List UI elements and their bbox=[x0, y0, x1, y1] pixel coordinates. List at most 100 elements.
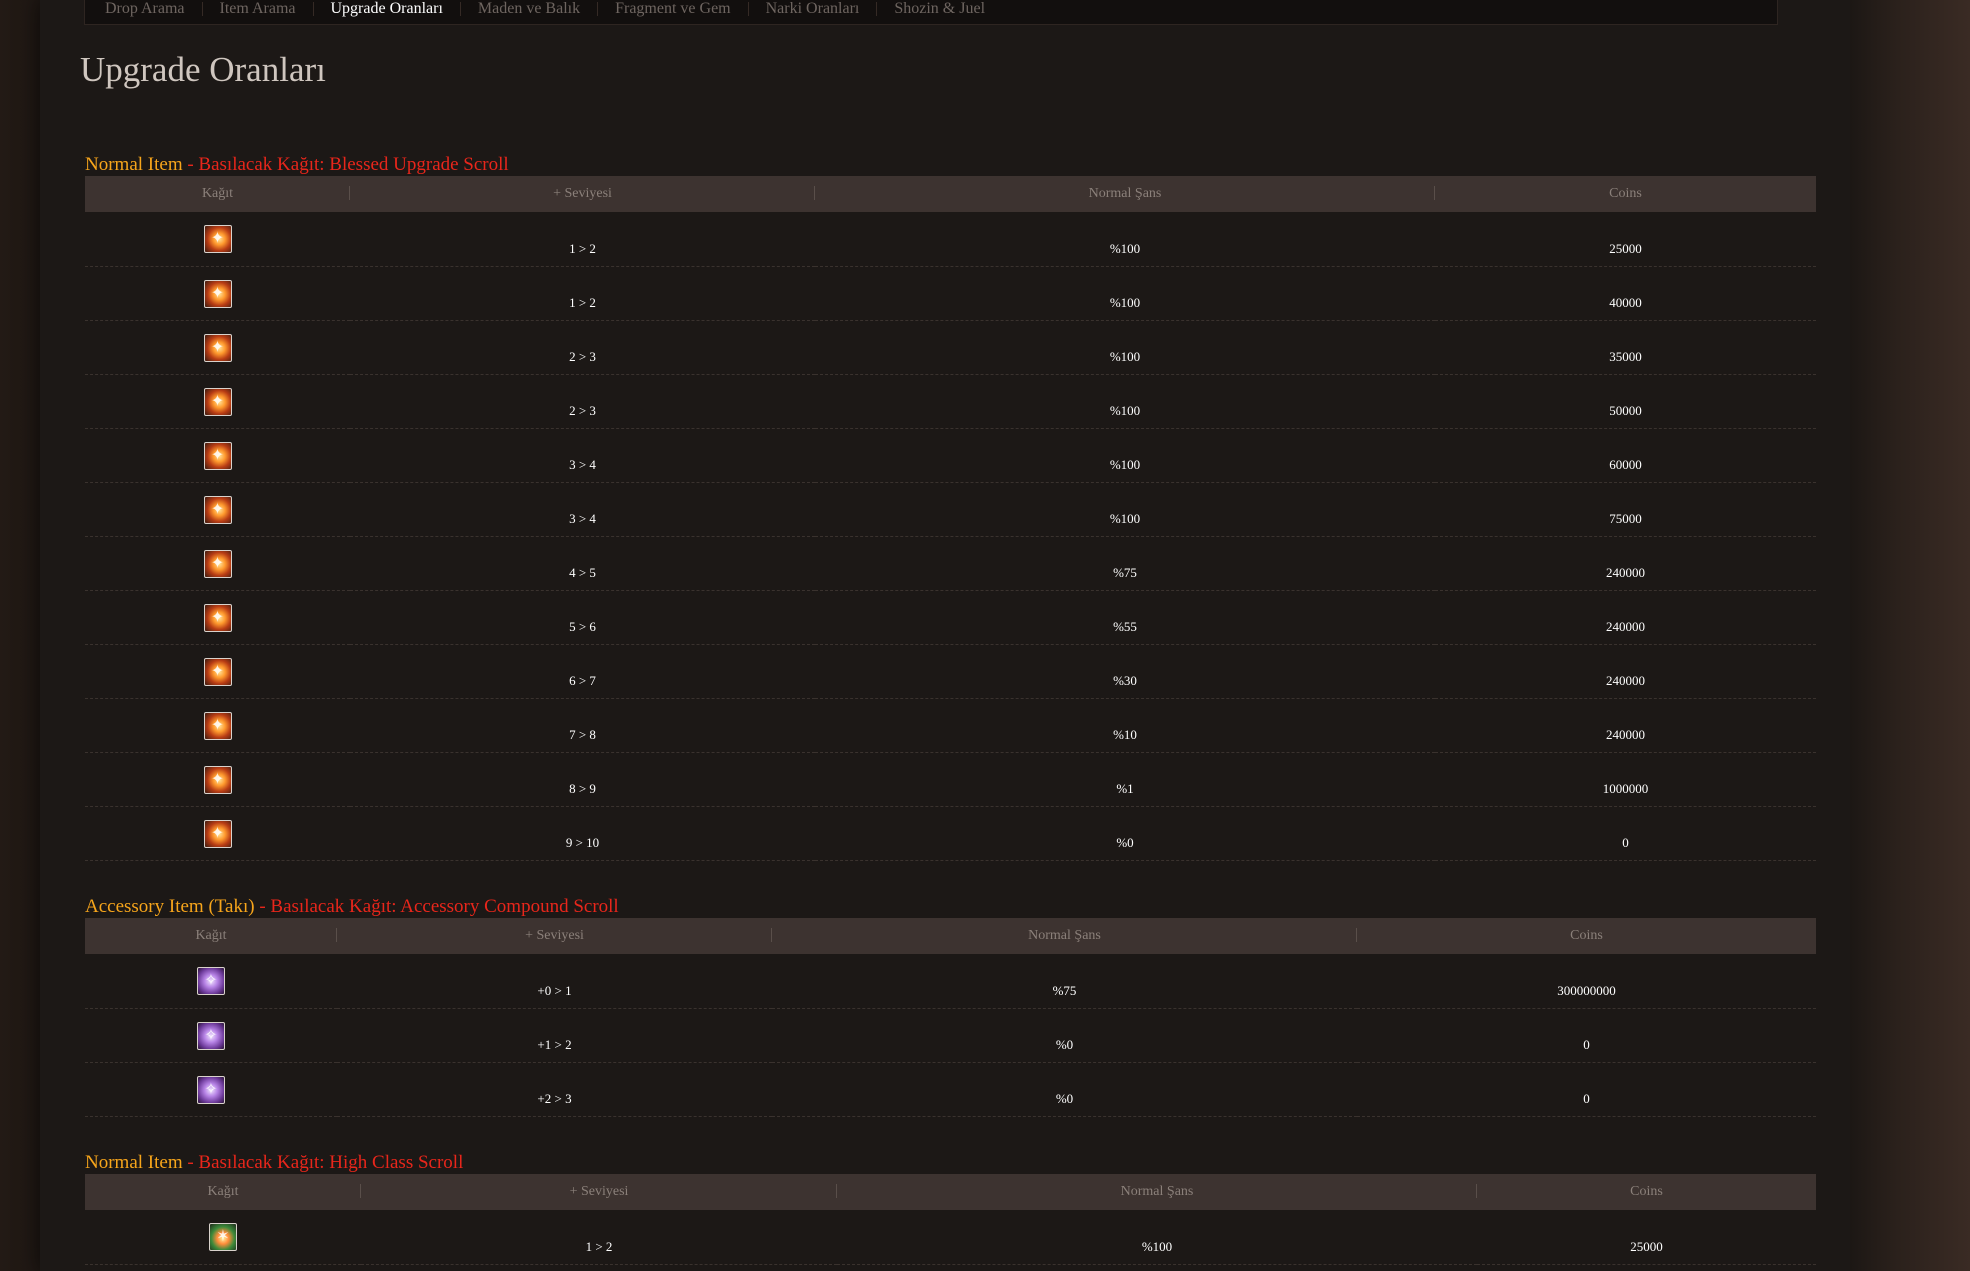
nav-upgrade-oranlari[interactable]: Upgrade Oranları bbox=[314, 1, 461, 17]
upgrade-table: Kağıt + Seviyesi Normal Şans Coins ✧ +0 >… bbox=[85, 918, 1816, 1117]
column-header-coins: Coins bbox=[1357, 918, 1816, 954]
column-header-normal-sans: Normal Şans bbox=[837, 1174, 1477, 1210]
coins-cell: 0 bbox=[1357, 1008, 1816, 1063]
level-cell: +1 > 2 bbox=[337, 1008, 772, 1063]
content-panel: Drop Arama Item Arama Upgrade Oranları M… bbox=[40, 0, 1850, 1271]
chance-cell: %55 bbox=[815, 590, 1435, 645]
column-header-coins: Coins bbox=[1477, 1174, 1816, 1210]
background-right bbox=[1850, 0, 1970, 1271]
chance-cell: %100 bbox=[815, 482, 1435, 537]
nav-narki-oranlari[interactable]: Narki Oranları bbox=[749, 1, 878, 17]
table-row: ✧ +1 > 2 %0 0 bbox=[85, 1008, 1816, 1063]
coins-cell: 300000000 bbox=[1357, 954, 1816, 1009]
level-cell: 7 > 8 bbox=[350, 698, 815, 753]
coins-cell: 25000 bbox=[1435, 212, 1816, 267]
coins-cell: 35000 bbox=[1435, 320, 1816, 375]
upgrade-table: Kağıt + Seviyesi Normal Şans Coins ✶ 1 > … bbox=[85, 1174, 1816, 1265]
blessed-upgrade-scroll-icon: ✦ bbox=[203, 711, 232, 740]
blessed-upgrade-scroll-icon: ✦ bbox=[203, 495, 232, 524]
level-cell: 3 > 4 bbox=[350, 482, 815, 537]
background-left bbox=[0, 0, 40, 1271]
nav-drop-arama[interactable]: Drop Arama bbox=[85, 1, 203, 17]
column-header-seviyesi: + Seviyesi bbox=[350, 176, 815, 212]
coins-cell: 60000 bbox=[1435, 428, 1816, 483]
coins-cell: 0 bbox=[1357, 1062, 1816, 1117]
level-cell: 4 > 5 bbox=[350, 536, 815, 591]
blessed-upgrade-scroll-icon: ✦ bbox=[203, 333, 232, 362]
scroll-cell: ✦ bbox=[85, 536, 350, 591]
table-row: ✧ +0 > 1 %75 300000000 bbox=[85, 954, 1816, 1009]
blessed-upgrade-scroll-icon: ✦ bbox=[203, 819, 232, 848]
level-cell: 3 > 4 bbox=[350, 428, 815, 483]
page-title: Upgrade Oranları bbox=[80, 50, 326, 89]
table-row: ✦ 7 > 8 %10 240000 bbox=[85, 698, 1816, 753]
level-cell: 1 > 2 bbox=[361, 1210, 837, 1265]
level-cell: 5 > 6 bbox=[350, 590, 815, 645]
scroll-cell: ✦ bbox=[85, 428, 350, 483]
scroll-cell: ✦ bbox=[85, 212, 350, 267]
scroll-cell: ✦ bbox=[85, 806, 350, 861]
column-header-coins: Coins bbox=[1435, 176, 1816, 212]
scroll-cell: ✦ bbox=[85, 590, 350, 645]
chance-cell: %100 bbox=[837, 1210, 1477, 1265]
chance-cell: %100 bbox=[815, 320, 1435, 375]
column-header-seviyesi: + Seviyesi bbox=[337, 918, 772, 954]
chance-cell: %10 bbox=[815, 698, 1435, 753]
coins-cell: 240000 bbox=[1435, 644, 1816, 699]
section-scroll-label: - Basılacak Kağıt: High Class Scroll bbox=[182, 1152, 464, 1173]
section-scroll-label: - Basılacak Kağıt: Accessory Compound Sc… bbox=[254, 896, 619, 917]
coins-cell: 240000 bbox=[1435, 536, 1816, 591]
table-header: Kağıt + Seviyesi Normal Şans Coins bbox=[85, 918, 1816, 954]
nav-item-arama[interactable]: Item Arama bbox=[203, 1, 314, 17]
chance-cell: %100 bbox=[815, 266, 1435, 321]
upgrade-table: Kağıt + Seviyesi Normal Şans Coins ✦ 1 > … bbox=[85, 176, 1816, 861]
section-high-class: Normal Item - Basılacak Kağıt: High Clas… bbox=[85, 1152, 1816, 1265]
coins-cell: 25000 bbox=[1477, 1210, 1816, 1265]
coins-cell: 50000 bbox=[1435, 374, 1816, 429]
chance-cell: %0 bbox=[815, 806, 1435, 861]
scroll-cell: ✶ bbox=[85, 1210, 361, 1265]
blessed-upgrade-scroll-icon: ✦ bbox=[203, 549, 232, 578]
blessed-upgrade-scroll-icon: ✦ bbox=[203, 765, 232, 794]
section-scroll-label: - Basılacak Kağıt: Blessed Upgrade Scrol… bbox=[182, 154, 509, 175]
coins-cell: 240000 bbox=[1435, 590, 1816, 645]
accessory-compound-scroll-icon: ✧ bbox=[197, 1075, 225, 1104]
chance-cell: %75 bbox=[772, 954, 1357, 1009]
section-accessory-compound: Accessory Item (Takı) - Basılacak Kağıt:… bbox=[85, 896, 1816, 1117]
scroll-cell: ✦ bbox=[85, 482, 350, 537]
section-title: Normal Item - Basılacak Kağıt: High Clas… bbox=[85, 1152, 1816, 1174]
blessed-upgrade-scroll-icon: ✦ bbox=[203, 657, 232, 686]
level-cell: +0 > 1 bbox=[337, 954, 772, 1009]
level-cell: 1 > 2 bbox=[350, 212, 815, 267]
blessed-upgrade-scroll-icon: ✦ bbox=[203, 225, 232, 254]
nav-shozin-juel[interactable]: Shozin & Juel bbox=[877, 1, 1002, 17]
coins-cell: 240000 bbox=[1435, 698, 1816, 753]
level-cell: 1 > 2 bbox=[350, 266, 815, 321]
scroll-cell: ✦ bbox=[85, 752, 350, 807]
scroll-cell: ✦ bbox=[85, 644, 350, 699]
nav-fragment-ve-gem[interactable]: Fragment ve Gem bbox=[598, 1, 749, 17]
table-row: ✦ 2 > 3 %100 50000 bbox=[85, 374, 1816, 429]
scroll-cell: ✧ bbox=[85, 954, 337, 1009]
scroll-cell: ✦ bbox=[85, 374, 350, 429]
coins-cell: 1000000 bbox=[1435, 752, 1816, 807]
coins-cell: 0 bbox=[1435, 806, 1816, 861]
section-category: Accessory Item (Takı) bbox=[85, 896, 255, 917]
chance-cell: %100 bbox=[815, 374, 1435, 429]
table-header: Kağıt + Seviyesi Normal Şans Coins bbox=[85, 1174, 1816, 1210]
chance-cell: %100 bbox=[815, 428, 1435, 483]
column-header-normal-sans: Normal Şans bbox=[815, 176, 1435, 212]
high-class-scroll-icon: ✶ bbox=[209, 1223, 237, 1252]
table-row: ✦ 8 > 9 %1 1000000 bbox=[85, 752, 1816, 807]
accessory-compound-scroll-icon: ✧ bbox=[197, 967, 225, 996]
table-row: ✦ 4 > 5 %75 240000 bbox=[85, 536, 1816, 591]
blessed-upgrade-scroll-icon: ✦ bbox=[203, 387, 232, 416]
nav-maden-ve-balik[interactable]: Maden ve Balık bbox=[461, 1, 599, 17]
coins-cell: 40000 bbox=[1435, 266, 1816, 321]
table-row: ✦ 2 > 3 %100 35000 bbox=[85, 320, 1816, 375]
column-header-normal-sans: Normal Şans bbox=[772, 918, 1357, 954]
chance-cell: %0 bbox=[772, 1062, 1357, 1117]
table-row: ✦ 1 > 2 %100 40000 bbox=[85, 266, 1816, 321]
table-row: ✦ 5 > 6 %55 240000 bbox=[85, 590, 1816, 645]
level-cell: 2 > 3 bbox=[350, 374, 815, 429]
